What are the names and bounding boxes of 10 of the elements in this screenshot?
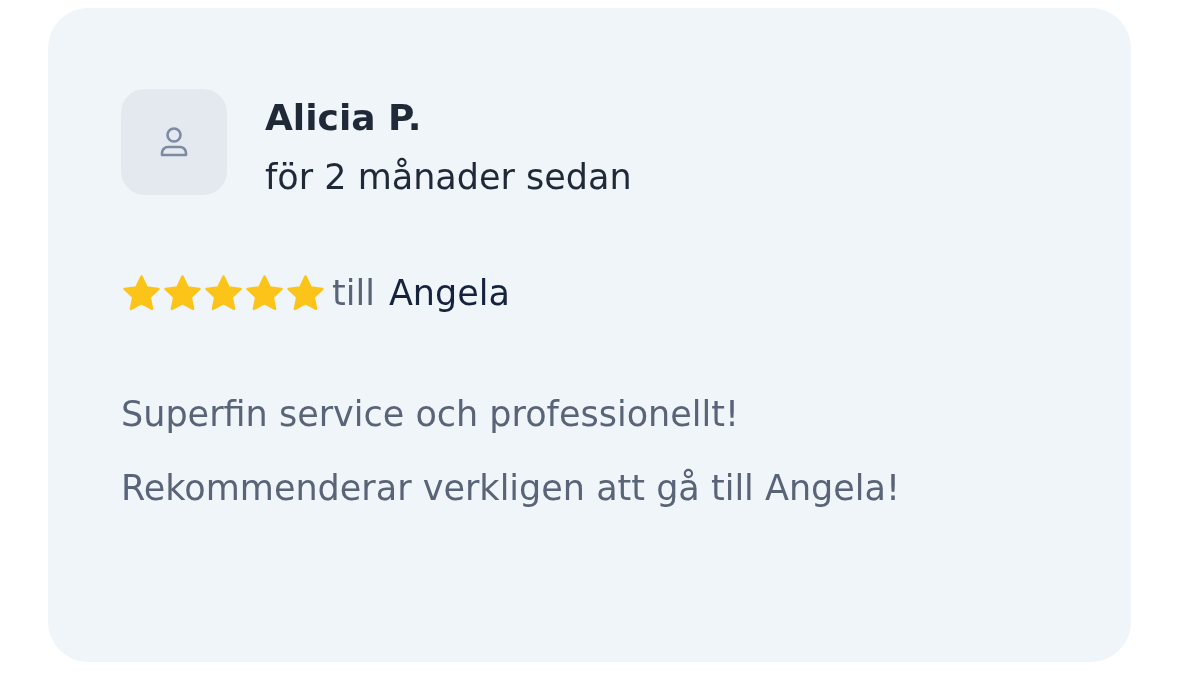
review-text: Superfin service och professionellt! Rekommenderar verkligen att gå till Angela! <box>121 393 902 510</box>
review-date: för 2 månader sedan <box>265 156 632 199</box>
star-icon <box>121 274 162 312</box>
recipient-name: Angela <box>388 273 510 313</box>
star-icon <box>162 274 203 312</box>
recipient-prefix: till <box>332 273 375 313</box>
star-icon <box>285 274 326 312</box>
star-icon <box>203 274 244 312</box>
star-icon <box>244 274 285 312</box>
reviewer-name: Alicia P. <box>265 96 423 140</box>
